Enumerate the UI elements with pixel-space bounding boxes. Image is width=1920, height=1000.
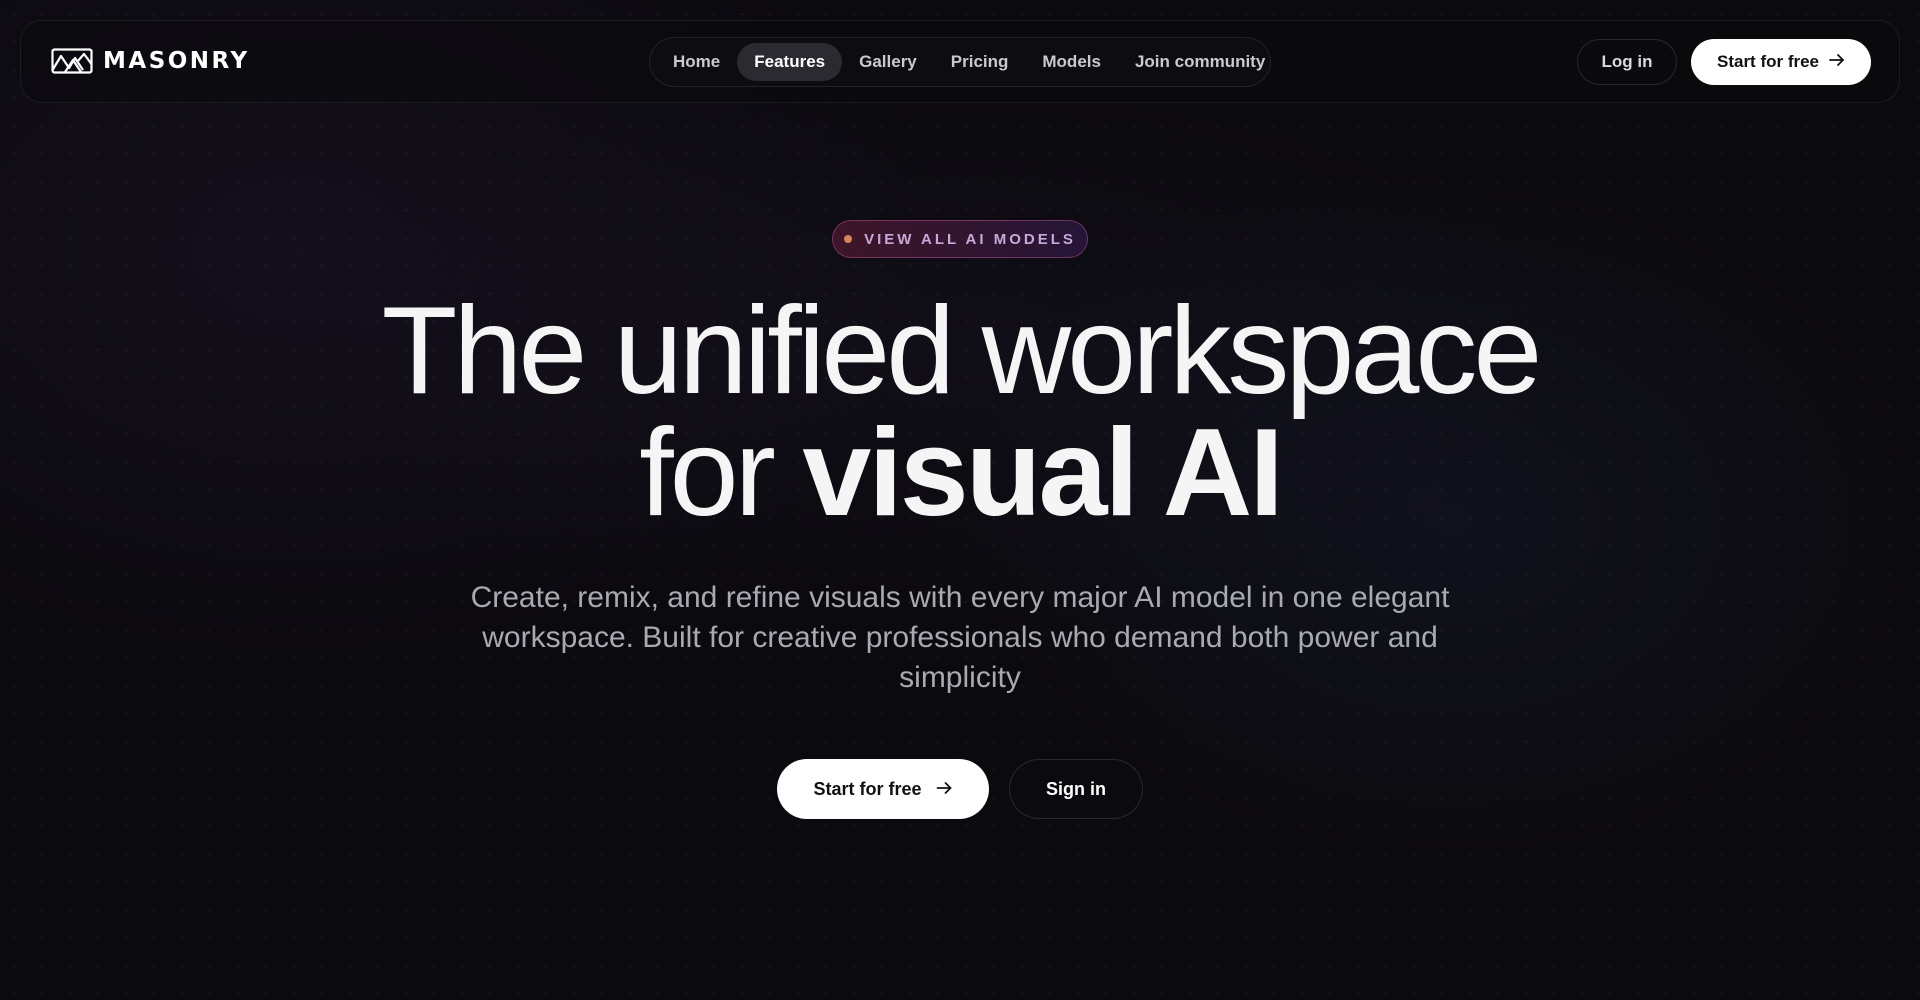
headline-line-2-strong: visual AI (802, 404, 1283, 542)
page: MASONRY Home Features Gallery Pricing Mo… (0, 0, 1920, 1000)
nav-item-home[interactable]: Home (656, 43, 737, 81)
nav-item-models[interactable]: Models (1025, 43, 1118, 81)
nav-item-pricing[interactable]: Pricing (934, 43, 1026, 81)
hero-start-free-label: Start for free (813, 778, 922, 799)
hero-sign-in-label: Sign in (1046, 778, 1106, 799)
headline-line-1: The unified workspace (381, 282, 1543, 420)
nav-item-gallery[interactable]: Gallery (842, 43, 934, 81)
headline-line-2-prefix: for (639, 404, 803, 542)
arrow-right-icon (936, 779, 953, 800)
badge-label: VIEW ALL AI MODELS (864, 230, 1076, 248)
login-button-label: Log in (1601, 52, 1653, 71)
header-start-free-label: Start for free (1716, 52, 1820, 71)
arrow-right-icon (1829, 52, 1845, 72)
brand-name: MASONRY (103, 48, 250, 74)
brand-logo[interactable]: MASONRY (51, 48, 250, 74)
masonry-logo-icon (51, 48, 93, 74)
hero-sign-in-button[interactable]: Sign in (1009, 759, 1143, 819)
hero-start-free-button[interactable]: Start for free (777, 759, 989, 819)
login-button[interactable]: Log in (1577, 39, 1677, 85)
hero-subtitle: Create, remix, and refine visuals with e… (470, 581, 1450, 694)
top-navbar: MASONRY Home Features Gallery Pricing Mo… (20, 20, 1900, 103)
main-nav: Home Features Gallery Pricing Models Joi… (649, 37, 1271, 87)
badge-dot-icon (844, 235, 853, 243)
hero-headline: The unified workspace for visual AI (0, 289, 1920, 535)
header-start-free-button[interactable]: Start for free (1691, 39, 1871, 85)
nav-item-features[interactable]: Features (737, 43, 843, 81)
view-all-models-badge[interactable]: VIEW ALL AI MODELS (832, 220, 1088, 258)
nav-item-join-community[interactable]: Join community (1118, 43, 1282, 81)
